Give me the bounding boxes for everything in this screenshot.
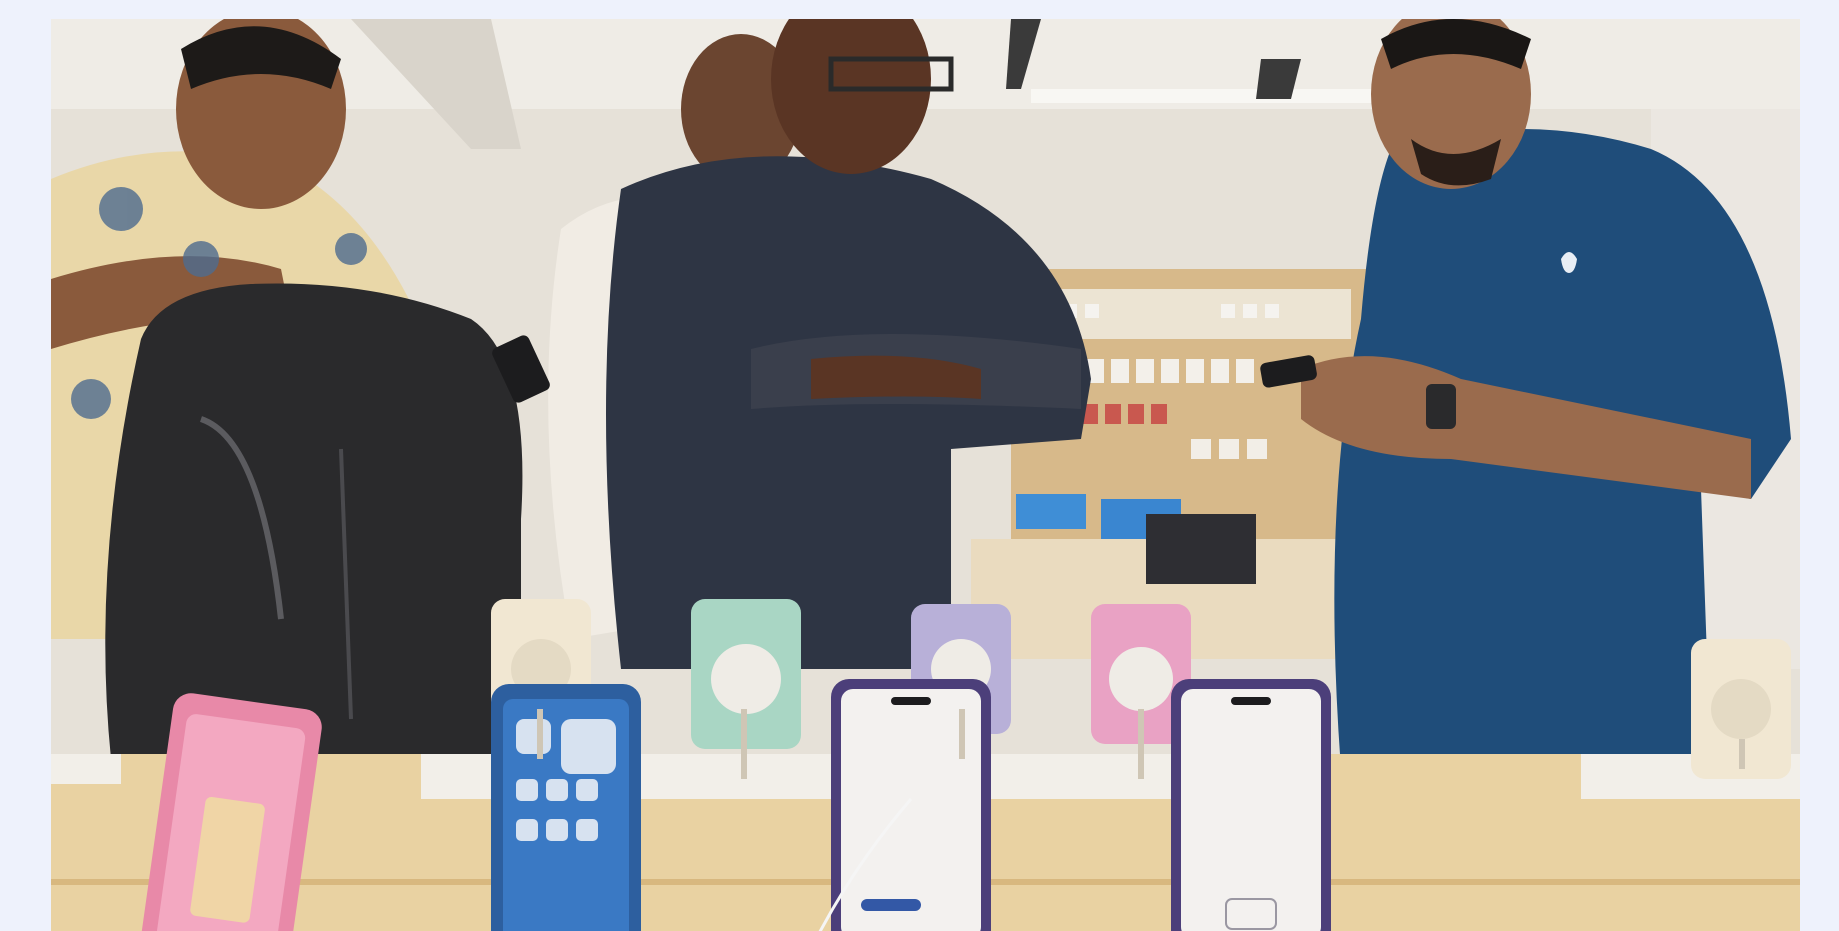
backpack [105,283,523,759]
page [0,0,1839,931]
stand-post [959,709,965,759]
store-photo-illustration [51,19,1800,931]
store-photo [51,19,1800,931]
shelf-products-row [1191,439,1267,459]
stand-post [537,709,543,759]
stand-post [1739,739,1745,769]
phone-front-blue [491,684,641,931]
laptop-screen [1146,514,1256,584]
blue-display-box [1016,494,1086,529]
phone-front-white-b [1171,679,1331,931]
phone-front-white-a [831,679,991,931]
ceiling-light-strip [1031,89,1391,103]
display-stand-base [51,754,121,784]
